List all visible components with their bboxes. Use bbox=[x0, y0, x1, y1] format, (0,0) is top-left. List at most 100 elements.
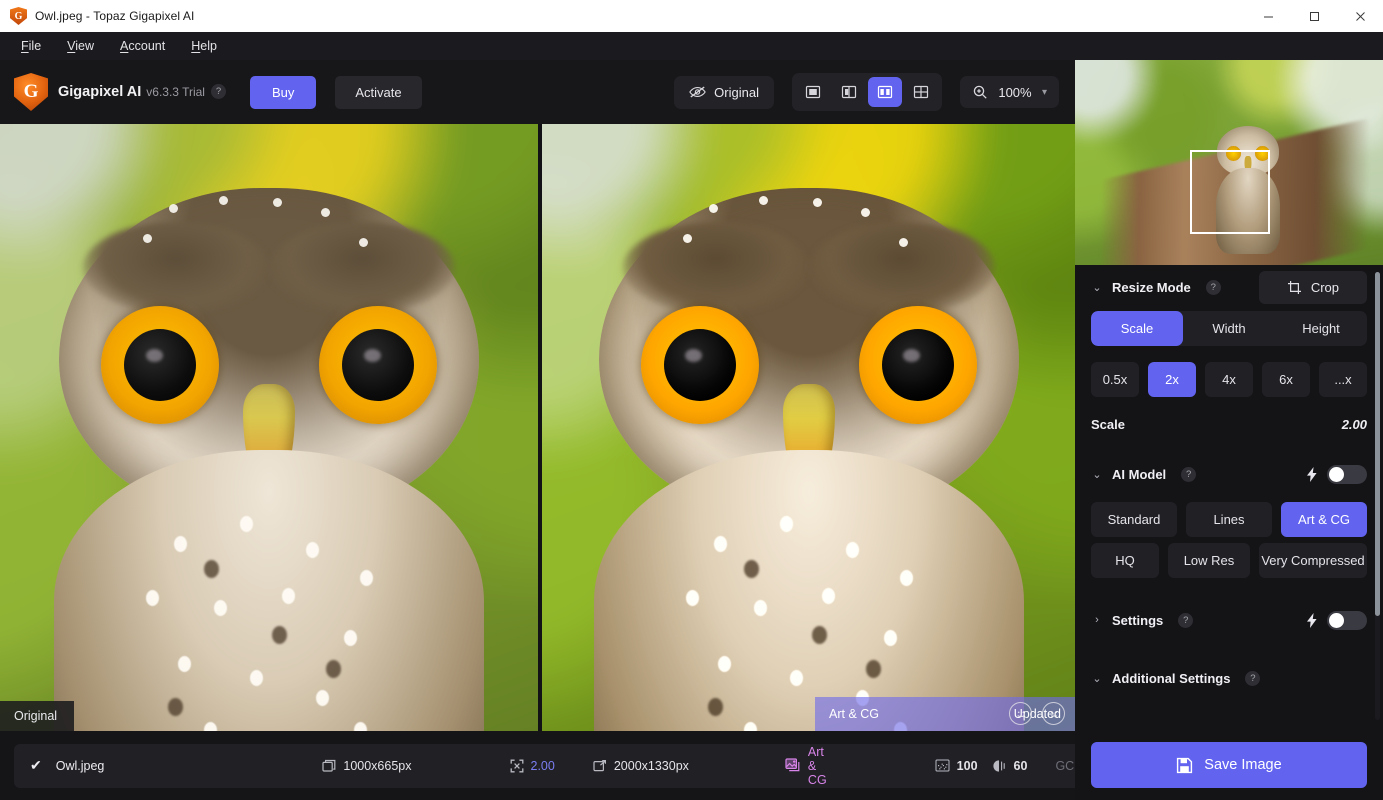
save-image-label: Save Image bbox=[1204, 757, 1282, 773]
brand-help-icon[interactable]: ? bbox=[210, 84, 226, 100]
scale-chip-2x[interactable]: 2x bbox=[1148, 362, 1196, 397]
scale-factor-chips: 0.5x 2x 4x 6x ...x bbox=[1091, 362, 1367, 397]
model-very-compressed[interactable]: Very Compressed bbox=[1259, 543, 1367, 578]
gc-label: GC bbox=[1055, 758, 1075, 773]
save-button-container: Save Image bbox=[1075, 730, 1383, 800]
crop-viewport-rectangle[interactable] bbox=[1190, 150, 1270, 234]
close-button[interactable] bbox=[1337, 0, 1383, 32]
model-lines[interactable]: Lines bbox=[1186, 502, 1272, 537]
brand-version: v6.3.3 Trial bbox=[146, 85, 205, 99]
noise-value: 100 bbox=[956, 758, 978, 773]
output-size-value: 2000x1330px bbox=[613, 758, 689, 773]
chevron-down-icon[interactable]: ⌄ bbox=[1091, 672, 1103, 685]
scale-chip-0-5x[interactable]: 0.5x bbox=[1091, 362, 1139, 397]
menu-item-help[interactable]: Help bbox=[180, 35, 228, 57]
file-selected-check[interactable]: ✔ bbox=[30, 757, 42, 774]
section-settings-title: Settings bbox=[1112, 612, 1164, 628]
resize-mode-segmented: Scale Width Height bbox=[1091, 311, 1367, 346]
ai-model-help-icon[interactable]: ? bbox=[1181, 466, 1197, 482]
minimize-button[interactable] bbox=[1245, 0, 1291, 32]
chevron-right-icon[interactable]: › bbox=[1091, 614, 1103, 626]
settings-help-icon[interactable]: ? bbox=[1178, 612, 1194, 628]
sidebar-panel: ⌄ Resize Mode ? Crop Scale Width Height … bbox=[1075, 265, 1383, 700]
model-standard[interactable]: Standard bbox=[1091, 502, 1177, 537]
crop-icon bbox=[1287, 280, 1302, 295]
brand-text: Gigapixel AI v6.3.3 Trial? bbox=[58, 83, 226, 101]
scale-chip-4x[interactable]: 4x bbox=[1205, 362, 1253, 397]
gigapixel-app-window: G Owl.jpeg - Topaz Gigapixel AI File Vie… bbox=[0, 0, 1383, 800]
output-size-item: 2000x1330px bbox=[593, 759, 689, 773]
show-original-toggle[interactable]: Original bbox=[674, 75, 774, 109]
input-size-item: 1000x665px bbox=[322, 759, 412, 773]
original-pane-badge: Original bbox=[0, 701, 75, 731]
section-additional-settings-header[interactable]: ⌄ Additional Settings ? bbox=[1091, 656, 1367, 700]
menu-item-account[interactable]: Account bbox=[109, 35, 176, 57]
navigator-thumbnail[interactable] bbox=[1075, 60, 1383, 265]
ai-model-icon bbox=[785, 758, 801, 773]
resize-mode-help-icon[interactable]: ? bbox=[1205, 279, 1221, 295]
title-bar: G Owl.jpeg - Topaz Gigapixel AI bbox=[0, 0, 1383, 32]
model-low-res[interactable]: Low Res bbox=[1168, 543, 1250, 578]
menu-item-file[interactable]: File bbox=[10, 35, 52, 57]
save-image-button[interactable]: Save Image bbox=[1091, 742, 1367, 788]
view-mode-single[interactable] bbox=[796, 77, 830, 107]
zoom-in-icon bbox=[972, 84, 988, 100]
settings-auto-toggle[interactable] bbox=[1327, 610, 1367, 630]
resize-mode-width[interactable]: Width bbox=[1183, 311, 1275, 346]
file-status-bar: ✔ Owl.jpeg 1000x665px 2.00 2000x1330px A… bbox=[0, 731, 1163, 800]
blur-item: 60 bbox=[992, 758, 1028, 773]
ai-model-auto-toggle[interactable] bbox=[1327, 464, 1367, 484]
section-additional-settings-title: Additional Settings bbox=[1112, 670, 1231, 686]
file-row[interactable]: ✔ Owl.jpeg 1000x665px 2.00 2000x1330px A… bbox=[14, 743, 1163, 788]
file-name: Owl.jpeg bbox=[55, 758, 105, 773]
resize-arrows-icon bbox=[510, 759, 524, 773]
scale-chip-custom[interactable]: ...x bbox=[1319, 362, 1367, 397]
model-art-and-cg[interactable]: Art & CG bbox=[1281, 502, 1367, 537]
noise-item: 100 bbox=[935, 759, 978, 773]
gigapixel-shield-logo: G bbox=[10, 7, 27, 25]
original-preview-pane[interactable]: Original bbox=[0, 124, 538, 731]
sidebar-scrollbar[interactable] bbox=[1375, 272, 1380, 720]
resize-mode-height[interactable]: Height bbox=[1275, 311, 1367, 346]
resize-mode-scale[interactable]: Scale bbox=[1091, 311, 1183, 346]
image-in-icon bbox=[322, 759, 336, 773]
menu-item-view[interactable]: View bbox=[56, 35, 105, 57]
model-hq[interactable]: HQ bbox=[1091, 543, 1159, 578]
eye-off-icon bbox=[689, 85, 706, 99]
activate-button[interactable]: Activate bbox=[335, 75, 422, 109]
view-mode-split[interactable] bbox=[832, 77, 866, 107]
brand-name: Gigapixel AI bbox=[58, 84, 142, 100]
crop-button[interactable]: Crop bbox=[1258, 270, 1367, 304]
zoom-control[interactable]: 100% ▾ bbox=[959, 76, 1059, 108]
zoom-level-value: 100% bbox=[998, 84, 1032, 100]
chevron-down-icon[interactable]: ⌄ bbox=[1091, 281, 1103, 294]
enhanced-owl-image bbox=[542, 124, 1075, 731]
feedback-neutral-icon[interactable] bbox=[1042, 702, 1065, 725]
right-sidebar: ⌄ Resize Mode ? Crop Scale Width Height … bbox=[1075, 60, 1383, 800]
view-mode-side-by-side[interactable] bbox=[867, 77, 902, 107]
section-settings-header[interactable]: › Settings ? bbox=[1091, 598, 1367, 642]
scale-key-label: Scale bbox=[1091, 417, 1125, 432]
view-mode-grid[interactable] bbox=[904, 77, 938, 107]
section-ai-model-header[interactable]: ⌄ AI Model ? bbox=[1091, 452, 1367, 496]
section-resize-mode-title: Resize Mode bbox=[1112, 279, 1191, 295]
scale-item: 2.00 bbox=[510, 759, 555, 773]
view-mode-group bbox=[791, 73, 942, 111]
scale-value-readout[interactable]: 2.00 bbox=[1342, 417, 1367, 432]
chevron-down-icon[interactable]: ⌄ bbox=[1091, 468, 1103, 481]
additional-settings-help-icon[interactable]: ? bbox=[1245, 670, 1261, 686]
feedback-happy-icon[interactable] bbox=[1009, 702, 1032, 725]
scale-chip-6x[interactable]: 6x bbox=[1262, 362, 1310, 397]
chevron-down-icon[interactable]: ▾ bbox=[1042, 87, 1047, 98]
blur-value: 60 bbox=[1013, 758, 1028, 773]
sidebar-scrollbar-thumb[interactable] bbox=[1375, 272, 1380, 616]
buy-button[interactable]: Buy bbox=[249, 75, 317, 109]
ai-model-row-1: Standard Lines Art & CG bbox=[1091, 502, 1367, 537]
maximize-button[interactable] bbox=[1291, 0, 1337, 32]
scale-value: 2.00 bbox=[530, 758, 555, 773]
feedback-buttons bbox=[1009, 702, 1065, 725]
app-header-toolbar: G Gigapixel AI v6.3.3 Trial? Buy Activate… bbox=[0, 60, 1075, 124]
section-resize-mode-header[interactable]: ⌄ Resize Mode ? Crop bbox=[1091, 265, 1367, 309]
lightning-icon bbox=[1307, 466, 1318, 482]
enhanced-preview-pane[interactable]: Art & CG Updated bbox=[542, 124, 1075, 731]
